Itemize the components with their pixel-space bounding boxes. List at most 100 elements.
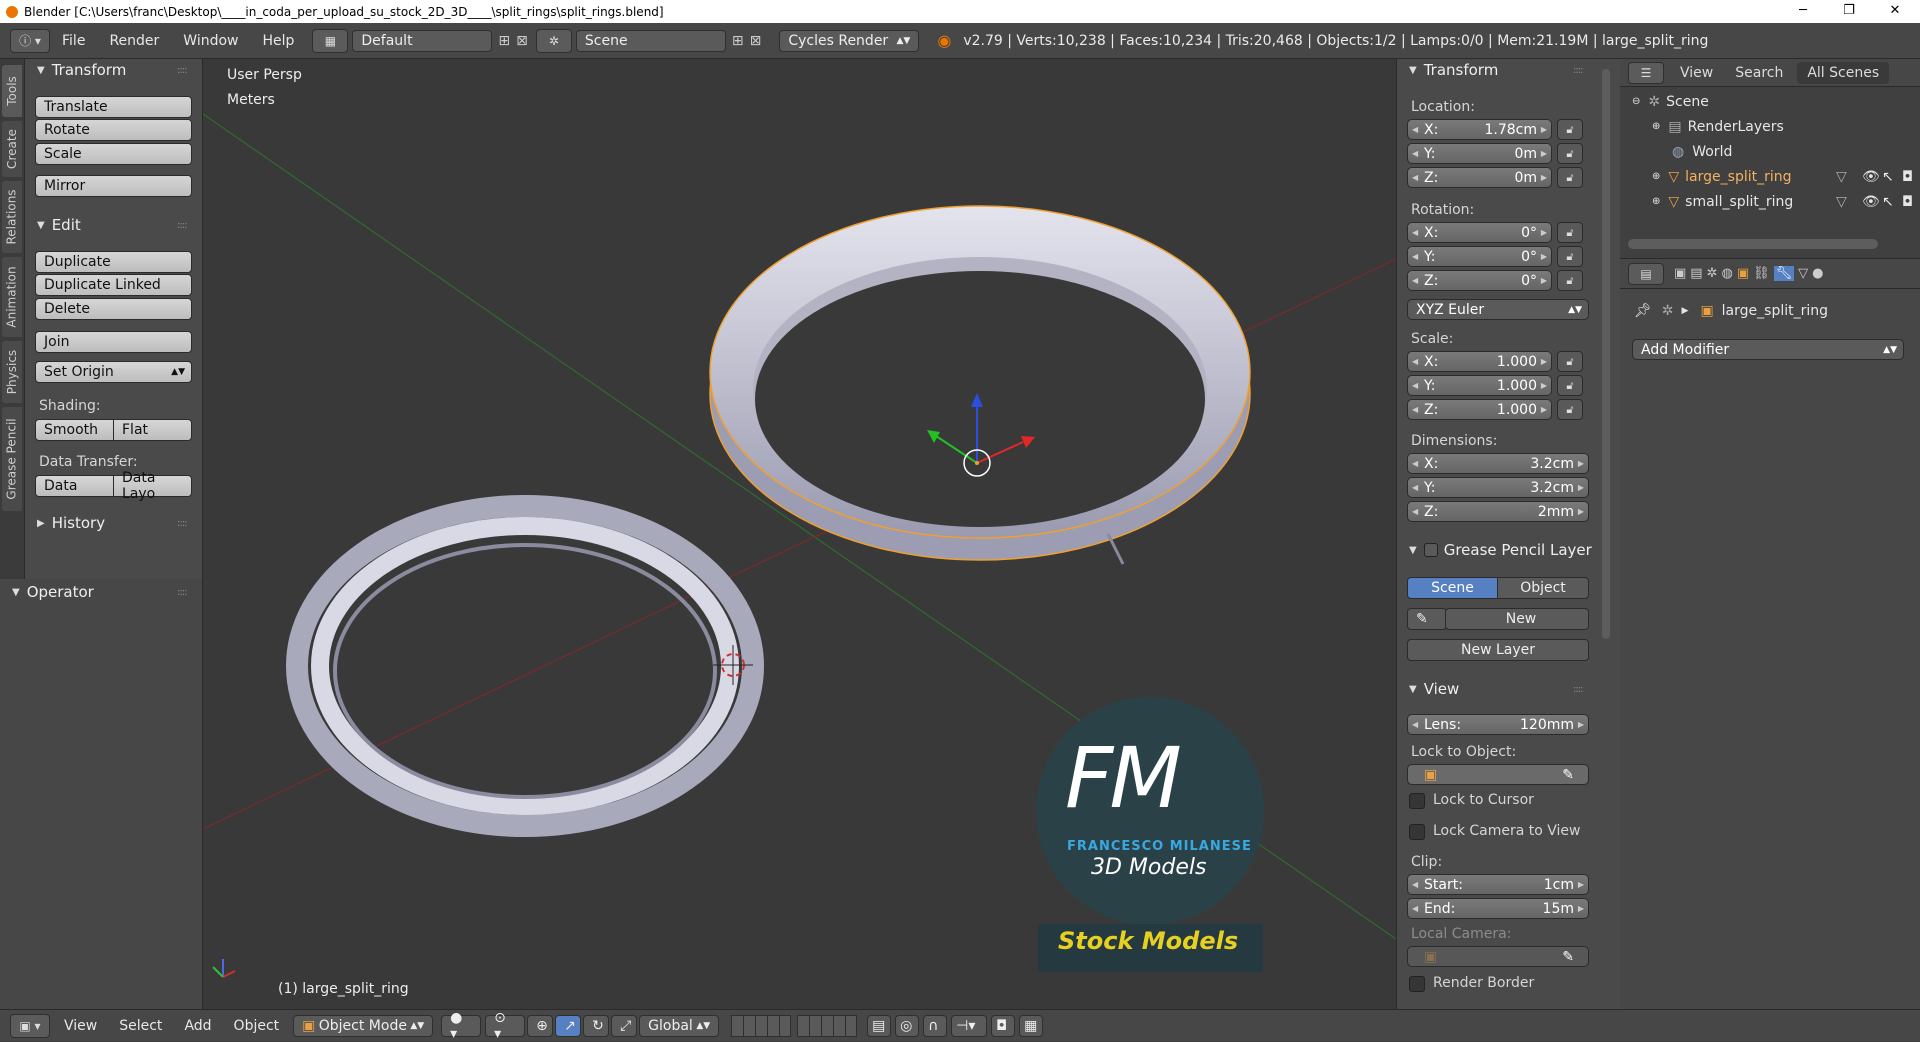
minimize-button[interactable]: ─	[1780, 0, 1826, 21]
drag-grip-icon[interactable]: ::::	[177, 587, 188, 598]
render-camera-icon[interactable]: ◘	[991, 1014, 1016, 1037]
add-menu[interactable]: Add	[184, 1018, 211, 1034]
tab-tools[interactable]: Tools	[2, 65, 22, 117]
render-camera-icon[interactable]: ◘	[1902, 169, 1913, 185]
lock-camera-checkbox[interactable]	[1409, 824, 1425, 840]
smooth-shading-button[interactable]: Smooth	[35, 419, 114, 441]
gp-new-layer-button[interactable]: New Layer	[1407, 639, 1589, 661]
gp-new-button[interactable]: New	[1445, 608, 1589, 630]
history-panel-header[interactable]: ▶ History	[37, 514, 105, 532]
drag-grip-icon[interactable]: ::::	[177, 220, 188, 231]
layout-selector[interactable]: Default	[352, 29, 493, 52]
editor-type-3d-icon[interactable]: ▣ ▾	[10, 1013, 50, 1038]
outliner-search-menu[interactable]: Search	[1735, 65, 1783, 81]
render-layers-tab-icon[interactable]: ▤	[1690, 266, 1702, 281]
data-tab-icon[interactable]: ▽	[1798, 266, 1808, 281]
rotate-manipulator-icon[interactable]: ↻	[583, 1014, 610, 1037]
scale-manipulator-icon[interactable]: ⤢	[611, 1014, 638, 1037]
lock-icon[interactable]: 🔓︎	[1557, 399, 1583, 420]
location-y-field[interactable]: ◀ Y: 0m ▶	[1407, 143, 1552, 164]
scene-tab-icon[interactable]: ✲	[1707, 266, 1718, 281]
rotate-button[interactable]: Rotate	[35, 119, 192, 141]
collapse-icon[interactable]: ⊖	[1632, 96, 1640, 107]
gp-object-button[interactable]: Object	[1497, 577, 1589, 599]
editor-type-info-icon[interactable]: ⓘ ▾	[10, 28, 50, 53]
local-camera-field[interactable]: ▣ ✎	[1407, 946, 1589, 967]
drag-grip-icon[interactable]: ::::	[1573, 65, 1584, 76]
pivot-point-dropdown[interactable]: ⊙ ▾	[485, 1010, 526, 1042]
lock-icon[interactable]: 🔓︎	[1557, 270, 1583, 291]
add-layout-icon[interactable]: ⊞	[498, 33, 510, 49]
tab-relations[interactable]: Relations	[2, 181, 22, 253]
eyedropper-icon[interactable]: ✎	[1562, 767, 1574, 783]
orientation-dropdown[interactable]: Global ▲▼	[639, 1014, 720, 1037]
outliner-editor-icon[interactable]: ☰	[1628, 61, 1664, 84]
rotation-y-field[interactable]: ◀ Y: 0° ▶	[1407, 246, 1552, 267]
rotation-z-field[interactable]: ◀ Z: 0° ▶	[1407, 270, 1552, 291]
add-scene-icon[interactable]: ⊞	[732, 33, 744, 49]
data-layout-button[interactable]: Data Layo	[113, 470, 192, 502]
outliner-row-small-split-ring[interactable]: ⊕ ▽ small_split_ring ▽ 👁︎ ↖ ◘	[1620, 189, 1920, 214]
select-arrow-icon[interactable]: ↖	[1882, 169, 1894, 185]
expand-icon[interactable]: ⊕	[1652, 121, 1660, 132]
lock-layers-icon[interactable]: ▤	[867, 1014, 892, 1037]
constraints-tab-icon[interactable]: ⛓	[1753, 266, 1770, 281]
duplicate-linked-button[interactable]: Duplicate Linked	[35, 274, 192, 296]
tab-physics[interactable]: Physics	[2, 341, 22, 403]
outliner-view-menu[interactable]: View	[1680, 65, 1713, 81]
add-modifier-dropdown[interactable]: Add Modifier ▲▼	[1632, 339, 1904, 360]
outliner-row-world[interactable]: ◍ World	[1620, 139, 1920, 164]
expand-icon[interactable]: ⊕	[1652, 171, 1660, 182]
layer-grid-1[interactable]	[731, 1014, 792, 1037]
dimension-z-field[interactable]: ◀ Z: 2mm ▶	[1407, 501, 1589, 522]
remove-layout-icon[interactable]: ⊠	[516, 33, 528, 49]
lock-icon[interactable]: 🔓︎	[1557, 167, 1583, 188]
lens-field[interactable]: ◀ Lens: 120mm ▶	[1407, 714, 1589, 735]
data-transfer-button[interactable]: Data	[35, 475, 114, 497]
select-arrow-icon[interactable]: ↖	[1882, 194, 1894, 210]
translate-manipulator-icon[interactable]: ↗	[555, 1014, 582, 1037]
lock-icon[interactable]: 🔓︎	[1557, 375, 1583, 396]
select-menu[interactable]: Select	[119, 1018, 162, 1034]
render-animation-icon[interactable]: ▦	[1019, 1014, 1044, 1037]
tab-grease-pencil[interactable]: Grease Pencil	[2, 407, 22, 511]
lock-icon[interactable]: 🔓︎	[1557, 119, 1583, 140]
lock-object-field[interactable]: ▣ ✎	[1407, 764, 1589, 785]
drag-grip-icon[interactable]: ::::	[177, 518, 188, 529]
large-split-ring-mesh[interactable]	[709, 205, 1251, 565]
rotation-x-field[interactable]: ◀ X: 0° ▶	[1407, 222, 1552, 243]
rotation-mode-dropdown[interactable]: XYZ Euler ▲▼	[1407, 299, 1589, 320]
gp-scene-button[interactable]: Scene	[1407, 577, 1498, 599]
outliner-row-renderlayers[interactable]: ⊕ ▤ RenderLayers	[1620, 114, 1920, 139]
transform-panel-header[interactable]: ▼ Transform	[37, 61, 126, 79]
outliner-scope-dropdown[interactable]: All Scenes	[1797, 61, 1890, 84]
scene-selector[interactable]: Scene	[575, 29, 726, 52]
grease-pencil-checkbox[interactable]	[1423, 543, 1438, 557]
lock-icon[interactable]: 🔓︎	[1557, 143, 1583, 164]
visibility-eye-icon[interactable]: 👁︎	[1862, 194, 1880, 210]
mirror-button[interactable]: Mirror	[35, 175, 192, 197]
location-z-field[interactable]: ◀ Z: 0m ▶	[1407, 167, 1552, 188]
lock-icon[interactable]: 🔓︎	[1557, 246, 1583, 267]
outliner-row-scene[interactable]: ⊖ ✲ Scene	[1620, 89, 1920, 114]
delete-button[interactable]: Delete	[35, 298, 192, 320]
object-tab-icon[interactable]: ▣	[1737, 266, 1749, 281]
proportional-edit-icon[interactable]: ◎	[895, 1014, 920, 1037]
scale-z-field[interactable]: ◀ Z: 1.000 ▶	[1407, 399, 1552, 420]
operator-panel-header[interactable]: ▼ Operator	[12, 583, 94, 601]
lock-to-cursor-checkbox[interactable]	[1409, 793, 1425, 809]
expand-icon[interactable]: ⊕	[1652, 196, 1660, 207]
pencil-icon[interactable]: ✎	[1407, 608, 1447, 630]
render-tab-icon[interactable]: ▣	[1674, 266, 1686, 281]
modifiers-tab-icon[interactable]: 🔧︎	[1773, 266, 1795, 281]
close-button[interactable]: ✕	[1872, 0, 1918, 21]
maximize-button[interactable]: ❐	[1826, 0, 1872, 21]
visibility-eye-icon[interactable]: 👁︎	[1862, 169, 1880, 185]
object-menu[interactable]: Object	[234, 1018, 280, 1034]
dimension-x-field[interactable]: ◀ X: 3.2cm ▶	[1407, 453, 1589, 474]
duplicate-button[interactable]: Duplicate	[35, 251, 192, 273]
mode-dropdown[interactable]: ▣ Object Mode ▲▼	[293, 1014, 434, 1037]
lock-icon[interactable]: 🔓︎	[1557, 351, 1583, 372]
drag-grip-icon[interactable]: ::::	[1573, 684, 1584, 695]
properties-editor-icon[interactable]: ▤	[1628, 262, 1664, 285]
